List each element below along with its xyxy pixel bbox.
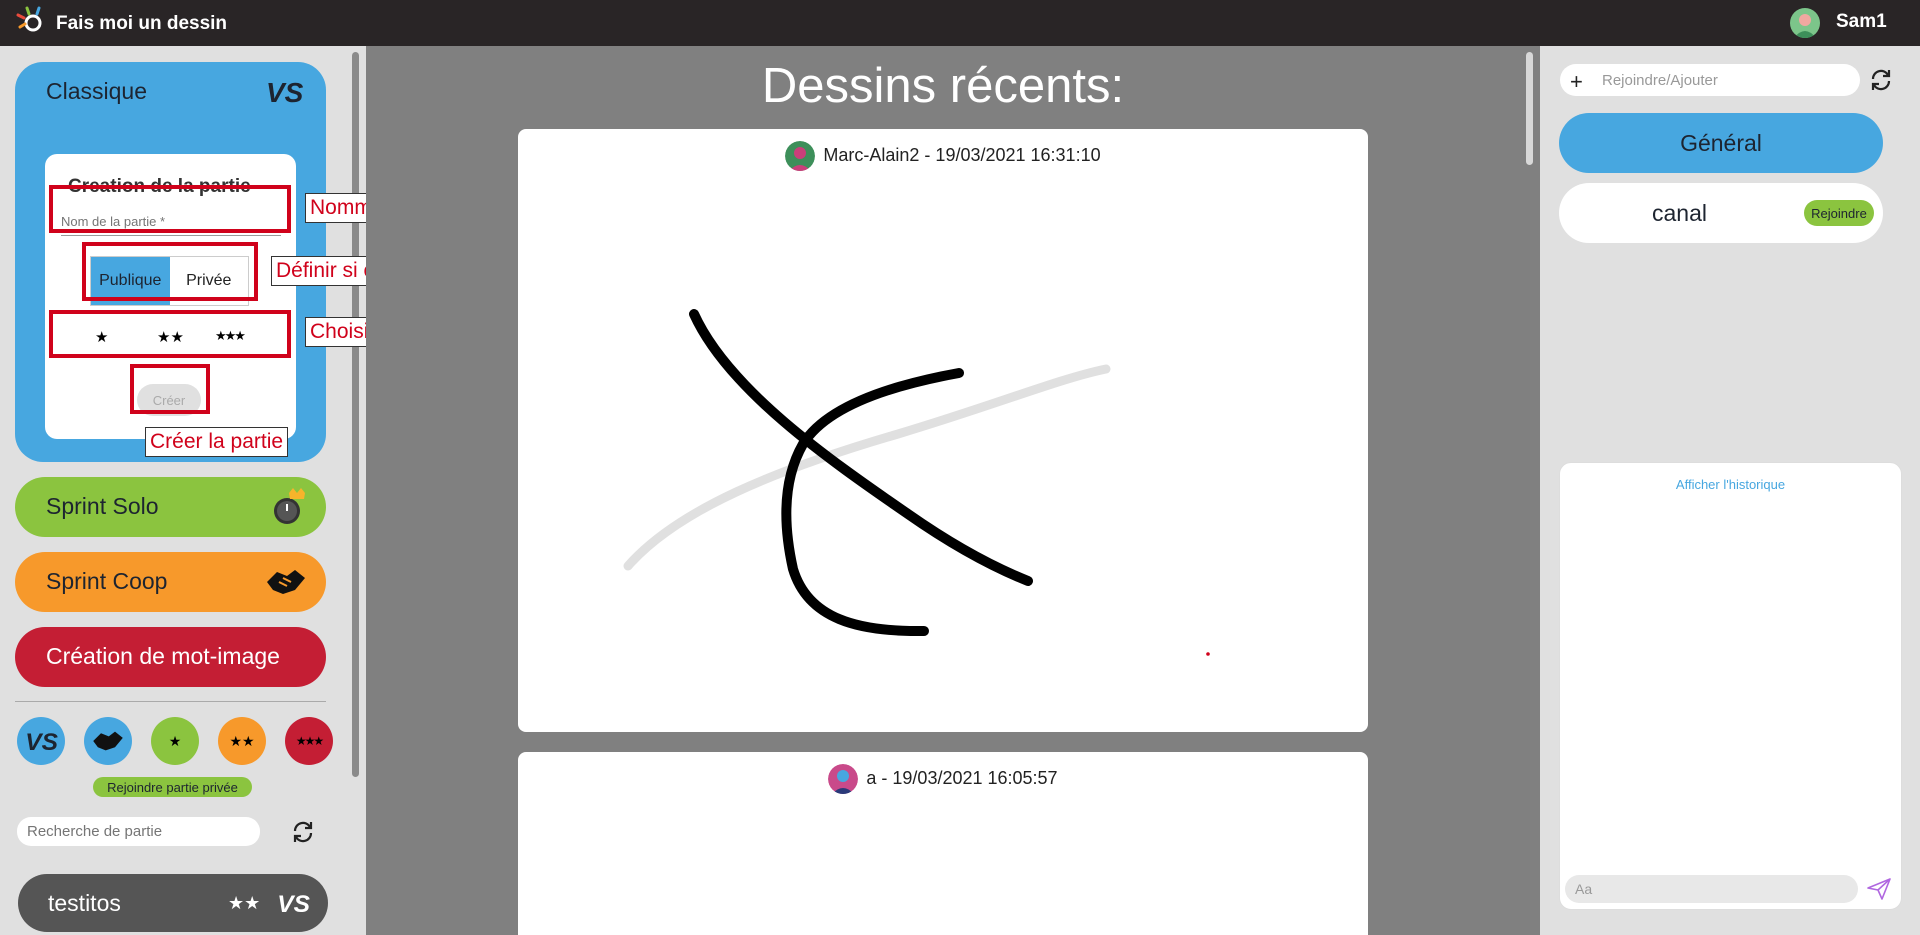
mot-image-label: Création de mot-image	[46, 643, 280, 669]
show-history-link[interactable]: Afficher l'historique	[1560, 477, 1901, 492]
chat-box: Afficher l'historique Aa	[1559, 462, 1902, 910]
drawing-card: a - 19/03/2021 16:05:57	[518, 752, 1368, 935]
drawing-author: a - 19/03/2021 16:05:57	[866, 767, 1058, 788]
sidebar-scrollbar[interactable]	[352, 52, 359, 777]
chat-message-input[interactable]: Aa	[1565, 875, 1858, 903]
main-feed: Dessins récents: Marc-Alain2 - 19/03/202…	[366, 46, 1540, 935]
sprint-solo-button[interactable]: Sprint Solo	[15, 477, 326, 537]
join-channel-button[interactable]: Rejoindre	[1804, 200, 1874, 226]
classique-title: Classique	[46, 78, 147, 104]
sprint-coop-label: Sprint Coop	[46, 568, 168, 594]
filter-vs-button[interactable]: VS	[17, 717, 65, 765]
game-list-item[interactable]: testitos ★★ VS	[18, 874, 328, 932]
handshake-icon	[93, 731, 123, 751]
app-logo-icon	[16, 6, 42, 32]
drawing-card: Marc-Alain2 - 19/03/2021 16:31:10	[518, 129, 1368, 732]
join-private-button[interactable]: Rejoindre partie privée	[93, 777, 252, 797]
sidebar-divider	[15, 701, 326, 702]
svg-text:VS: VS	[277, 891, 310, 917]
highlight-privacy-toggle	[82, 242, 258, 301]
user-name[interactable]: Sam1	[1836, 11, 1887, 33]
callout-create: Créer la partie	[145, 427, 289, 457]
mot-image-button[interactable]: Création de mot-image	[15, 627, 326, 687]
drawing-canvas	[623, 309, 1210, 656]
game-search-input[interactable]	[17, 817, 260, 846]
sprint-solo-label: Sprint Solo	[46, 493, 159, 519]
highlight-create-button	[130, 364, 210, 414]
chat-placeholder: Aa	[1575, 881, 1593, 897]
join-channel-input[interactable]: + Rejoindre/Ajouter	[1560, 64, 1860, 96]
highlight-name-input	[49, 185, 291, 233]
author-avatar	[785, 141, 816, 171]
vs-icon: VS	[266, 77, 303, 108]
drawing-author: Marc-Alain2 - 19/03/2021 16:31:10	[823, 144, 1101, 165]
handshake-icon	[267, 570, 305, 594]
game-name: testitos	[48, 890, 121, 916]
drawing-header: a - 19/03/2021 16:05:57	[518, 764, 1368, 794]
author-avatar	[828, 764, 859, 794]
vs-icon: VS	[25, 729, 58, 755]
filter-medium-button[interactable]: ★★	[218, 717, 266, 765]
send-icon[interactable]	[1866, 877, 1892, 901]
stopwatch-crown-icon	[274, 488, 305, 524]
filter-hard-button[interactable]: ★★★	[285, 717, 333, 765]
highlight-difficulty	[49, 310, 291, 358]
main-scrollbar[interactable]	[1526, 52, 1533, 165]
refresh-icon[interactable]	[290, 819, 316, 845]
channel-canal[interactable]: canal Rejoindre	[1559, 183, 1883, 243]
app-title: Fais moi un dessin	[56, 13, 228, 34]
sprint-coop-button[interactable]: Sprint Coop	[15, 552, 326, 612]
filter-coop-button[interactable]	[84, 717, 132, 765]
plus-icon[interactable]: +	[1570, 69, 1583, 95]
chat-panel: + Rejoindre/Ajouter Général canal Rejoin…	[1540, 46, 1920, 935]
game-filter-row: VS ★ ★★ ★★★	[17, 717, 337, 765]
left-sidebar: Classique VS Creation de la partie Publi…	[0, 46, 366, 935]
refresh-icon[interactable]	[1868, 67, 1894, 93]
top-bar: Fais moi un dessin Sam1	[0, 0, 1920, 46]
join-channel-placeholder: Rejoindre/Ajouter	[1602, 72, 1718, 89]
page-title: Dessins récents:	[761, 59, 1125, 113]
svg-text:VS: VS	[266, 77, 303, 108]
drawing-header: Marc-Alain2 - 19/03/2021 16:31:10	[518, 141, 1368, 171]
user-avatar[interactable]	[1790, 8, 1820, 38]
svg-text:VS: VS	[25, 729, 58, 755]
channel-general[interactable]: Général	[1559, 113, 1883, 173]
vs-icon: VS	[277, 891, 310, 917]
game-difficulty: ★★	[228, 893, 261, 913]
filter-easy-button[interactable]: ★	[151, 717, 199, 765]
channel-name: canal	[1652, 200, 1707, 226]
